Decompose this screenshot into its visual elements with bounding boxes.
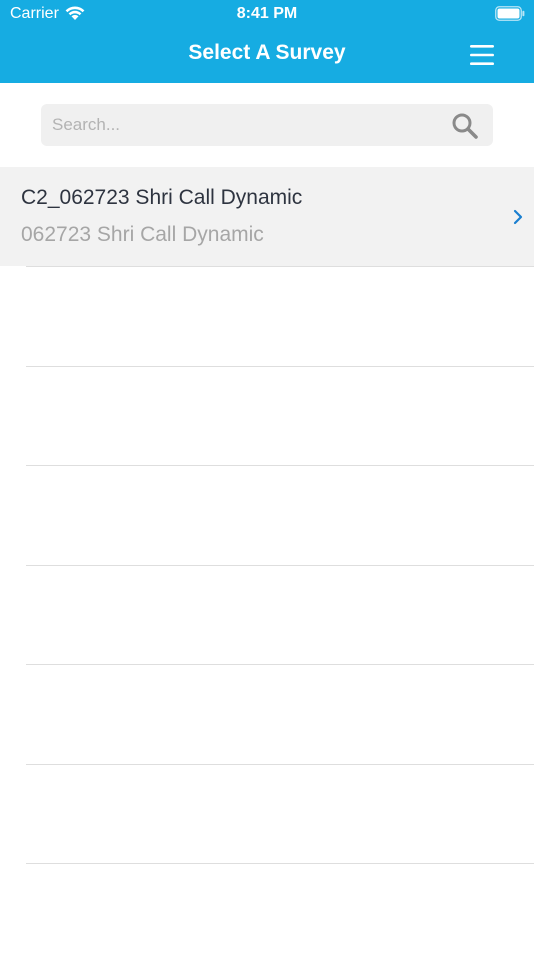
hamburger-menu-icon[interactable] xyxy=(466,40,498,70)
status-time: 8:41 PM xyxy=(236,5,298,22)
page-title: Select A Survey xyxy=(188,41,346,64)
survey-title: C2_062723 Shri Call Dynamic xyxy=(21,186,303,209)
empty-list-row xyxy=(26,465,534,565)
empty-list-row xyxy=(26,664,534,764)
search-bar xyxy=(41,104,493,146)
empty-list-row xyxy=(26,863,534,963)
survey-list-item[interactable]: C2_062723 Shri Call Dynamic 062723 Shri … xyxy=(0,167,534,266)
empty-list-row xyxy=(26,564,534,665)
navigation-header: Carrier 8:41 PM Select A Survey xyxy=(0,0,534,83)
survey-subtitle: 062723 Shri Call Dynamic xyxy=(21,223,264,246)
search-input[interactable] xyxy=(41,104,441,146)
search-icon[interactable] xyxy=(451,112,479,140)
battery-icon xyxy=(495,6,525,21)
empty-list-row xyxy=(26,763,534,864)
status-bar: Carrier 8:41 PM xyxy=(0,0,534,28)
empty-list-row xyxy=(26,266,534,366)
empty-list-row xyxy=(26,365,534,466)
survey-list: C2_062723 Shri Call Dynamic 062723 Shri … xyxy=(0,167,534,963)
chevron-right-icon xyxy=(513,209,523,225)
